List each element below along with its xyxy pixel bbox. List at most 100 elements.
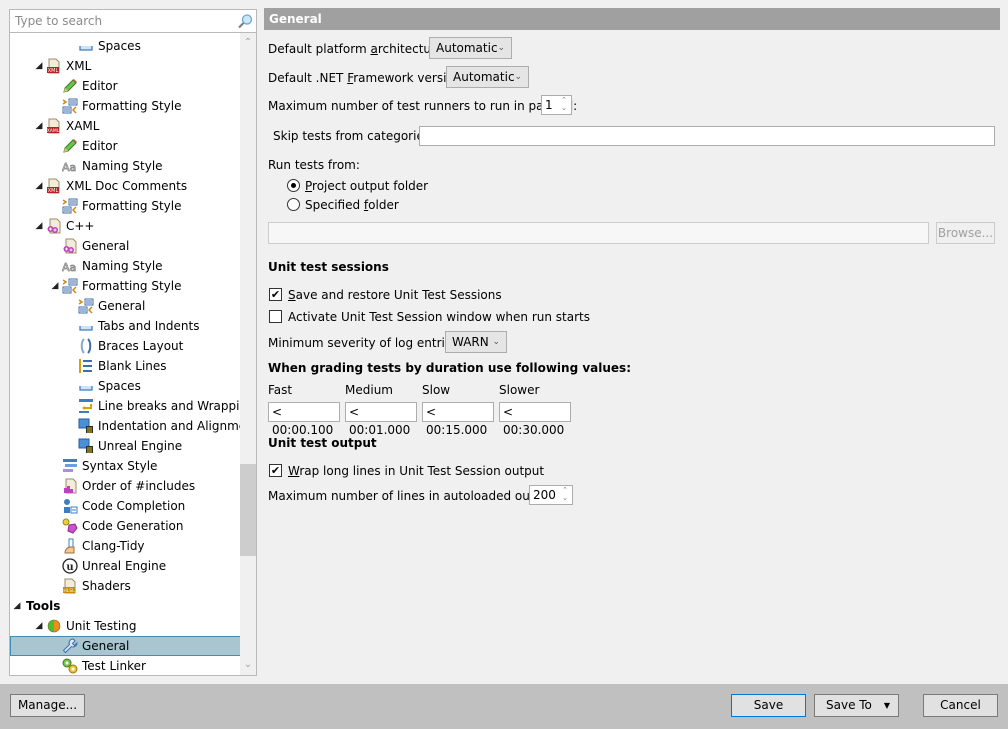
wrench-icon xyxy=(62,638,78,654)
platform-architecture-select[interactable]: Automatic ⌄ xyxy=(429,37,512,59)
expand-arrow-icon[interactable]: ◢ xyxy=(34,216,44,236)
manage-button[interactable]: Manage... xyxy=(10,694,85,717)
tree-item[interactable]: Aa Naming Style xyxy=(10,156,241,176)
grade-threshold-input[interactable]: < 00:30.000 xyxy=(499,402,571,437)
grade-label: Fast xyxy=(268,383,293,397)
tree-item[interactable]: Braces Layout xyxy=(10,336,241,356)
specified-folder-label[interactable]: Specified folder xyxy=(305,197,399,213)
tree-item[interactable]: Test Linker xyxy=(10,656,241,675)
search-input[interactable] xyxy=(10,10,220,31)
project-output-folder-label[interactable]: Project output folder xyxy=(305,178,428,194)
min-severity-select[interactable]: WARN ⌄ xyxy=(445,331,507,353)
expand-arrow-icon[interactable]: ◢ xyxy=(50,276,60,296)
tree-item[interactable]: HLSL Shaders xyxy=(10,576,241,596)
max-runners-spinner[interactable]: 1 ⌃ ⌄ xyxy=(541,95,572,115)
save-to-button[interactable]: Save To ▼ xyxy=(814,694,899,717)
spinner-arrows-icon[interactable]: ⌃ ⌄ xyxy=(558,96,570,114)
pencil-icon xyxy=(62,138,78,154)
tree-item[interactable]: ◢ C++ xyxy=(10,216,241,236)
scroll-thumb[interactable] xyxy=(240,464,256,556)
wrap-long-lines-label[interactable]: Wrap long lines in Unit Test Session out… xyxy=(288,463,544,479)
scroll-up-icon[interactable]: ⌃ xyxy=(240,35,256,51)
tree-item[interactable]: Tabs and Indents xyxy=(10,316,241,336)
save-button[interactable]: Save xyxy=(731,694,806,717)
scroll-down-icon[interactable]: ⌄ xyxy=(240,657,256,673)
max-lines-label: Maximum number of lines in autoloaded ou… xyxy=(268,489,559,503)
tree-item[interactable]: Aa Naming Style xyxy=(10,256,241,276)
tree-item[interactable]: Formatting Style xyxy=(10,196,241,216)
expand-arrow-icon[interactable]: ◢ xyxy=(34,56,44,76)
tree-item[interactable]: Editor xyxy=(10,76,241,96)
expand-arrow-icon[interactable]: ◢ xyxy=(34,176,44,196)
search-icon[interactable] xyxy=(237,13,253,29)
grade-label: Medium xyxy=(345,383,393,397)
specified-folder-input[interactable] xyxy=(268,222,929,244)
wrap-long-lines-checkbox[interactable]: ✔ xyxy=(269,464,282,477)
formatting-style-icon xyxy=(78,298,94,314)
tree-item[interactable]: ◢ XML XML Doc Comments xyxy=(10,176,241,196)
dotnet-version-select[interactable]: Automatic ⌄ xyxy=(446,66,529,88)
cancel-button[interactable]: Cancel xyxy=(923,694,998,717)
grade-label: Slower xyxy=(499,383,540,397)
formatting-style-icon xyxy=(62,198,78,214)
tree-item[interactable]: Formatting Style xyxy=(10,96,241,116)
grade-threshold-input[interactable]: < 00:15.000 xyxy=(422,402,494,437)
tree-item[interactable]: Syntax Style xyxy=(10,456,241,476)
tree-item[interactable]: Indentation and Alignment xyxy=(10,416,256,436)
tree-item[interactable]: Blank Lines xyxy=(10,356,241,376)
specified-folder-radio[interactable] xyxy=(287,198,300,211)
save-restore-sessions-checkbox[interactable]: ✔ xyxy=(269,288,282,301)
tree-item[interactable]: Unreal Engine xyxy=(10,436,241,456)
spinner-arrows-icon[interactable]: ⌃ ⌄ xyxy=(559,486,571,504)
tree-item[interactable]: u Unreal Engine xyxy=(10,556,241,576)
tree-item[interactable]: Spaces xyxy=(10,376,241,396)
tree-item-label: General xyxy=(98,299,146,313)
label-text: roject output folder xyxy=(312,179,429,193)
max-lines-spinner[interactable]: 200 ⌃ ⌄ xyxy=(529,485,573,505)
expand-arrow-icon[interactable]: ◢ xyxy=(34,116,44,136)
project-output-folder-radio[interactable] xyxy=(287,179,300,192)
tree-item[interactable]: General xyxy=(10,296,241,316)
tree-item-label: XML Doc Comments xyxy=(66,179,188,193)
tree-item[interactable]: Code Completion xyxy=(10,496,241,516)
tree-item[interactable]: Order of #includes xyxy=(10,476,241,496)
tree-item[interactable]: General xyxy=(10,636,241,656)
svg-text:XAML: XAML xyxy=(47,128,60,134)
tree-item[interactable]: General xyxy=(10,236,241,256)
tree-item[interactable]: Editor xyxy=(10,136,241,156)
tree-item-label: Code Generation xyxy=(82,519,184,533)
tree-item-label: Editor xyxy=(82,139,118,153)
selected-value: Automatic xyxy=(453,70,515,84)
accelerator-key: P xyxy=(305,179,313,193)
label-text: ave and restore Unit Test Sessions xyxy=(295,288,502,302)
grade-threshold-input[interactable]: < 00:01.000 xyxy=(345,402,417,437)
spinner-value: 200 xyxy=(533,488,556,502)
tree-scrollbar[interactable]: ⌃ ⌄ xyxy=(240,33,256,675)
formatting-style-icon xyxy=(62,98,78,114)
tree-item[interactable]: ◢ XML XML xyxy=(10,56,241,76)
tree-item-label: Tools xyxy=(26,599,61,613)
tree-item[interactable]: Clang-Tidy xyxy=(10,536,241,556)
tree-item[interactable]: ◢ Tools xyxy=(10,596,241,616)
skip-categories-input[interactable] xyxy=(419,126,995,146)
expand-arrow-icon[interactable]: ◢ xyxy=(12,596,22,616)
activate-session-window-checkbox[interactable] xyxy=(269,310,282,323)
tree-item-label: C++ xyxy=(66,219,95,233)
tree-item[interactable]: Code Generation xyxy=(10,516,241,536)
braces-icon xyxy=(78,338,94,354)
checkmark-icon: ✔ xyxy=(270,464,281,477)
tree-item-label: Braces Layout xyxy=(98,339,184,353)
save-restore-sessions-label[interactable]: Save and restore Unit Test Sessions xyxy=(288,287,502,303)
tree-item[interactable]: ◢ Formatting Style xyxy=(10,276,241,296)
dropdown-arrow-icon[interactable]: ▼ xyxy=(884,695,890,716)
tree-item[interactable]: ◢ XAML XAML xyxy=(10,116,241,136)
grade-threshold-input[interactable]: < 00:00.100 xyxy=(268,402,340,437)
tree-item[interactable]: Line breaks and Wrapping xyxy=(10,396,255,416)
expand-arrow-icon[interactable]: ◢ xyxy=(34,616,44,636)
browse-button[interactable]: Browse... xyxy=(936,222,995,244)
tree-item[interactable]: ◢ Unit Testing xyxy=(10,616,241,636)
alignment-icon xyxy=(78,418,94,434)
tree-item[interactable]: Spaces xyxy=(10,36,241,56)
tree-rows: Spaces ◢ XML XML Editor Formatting Style ◢ XAML… xyxy=(10,36,256,675)
activate-session-window-label[interactable]: Activate Unit Test Session window when r… xyxy=(288,309,590,325)
